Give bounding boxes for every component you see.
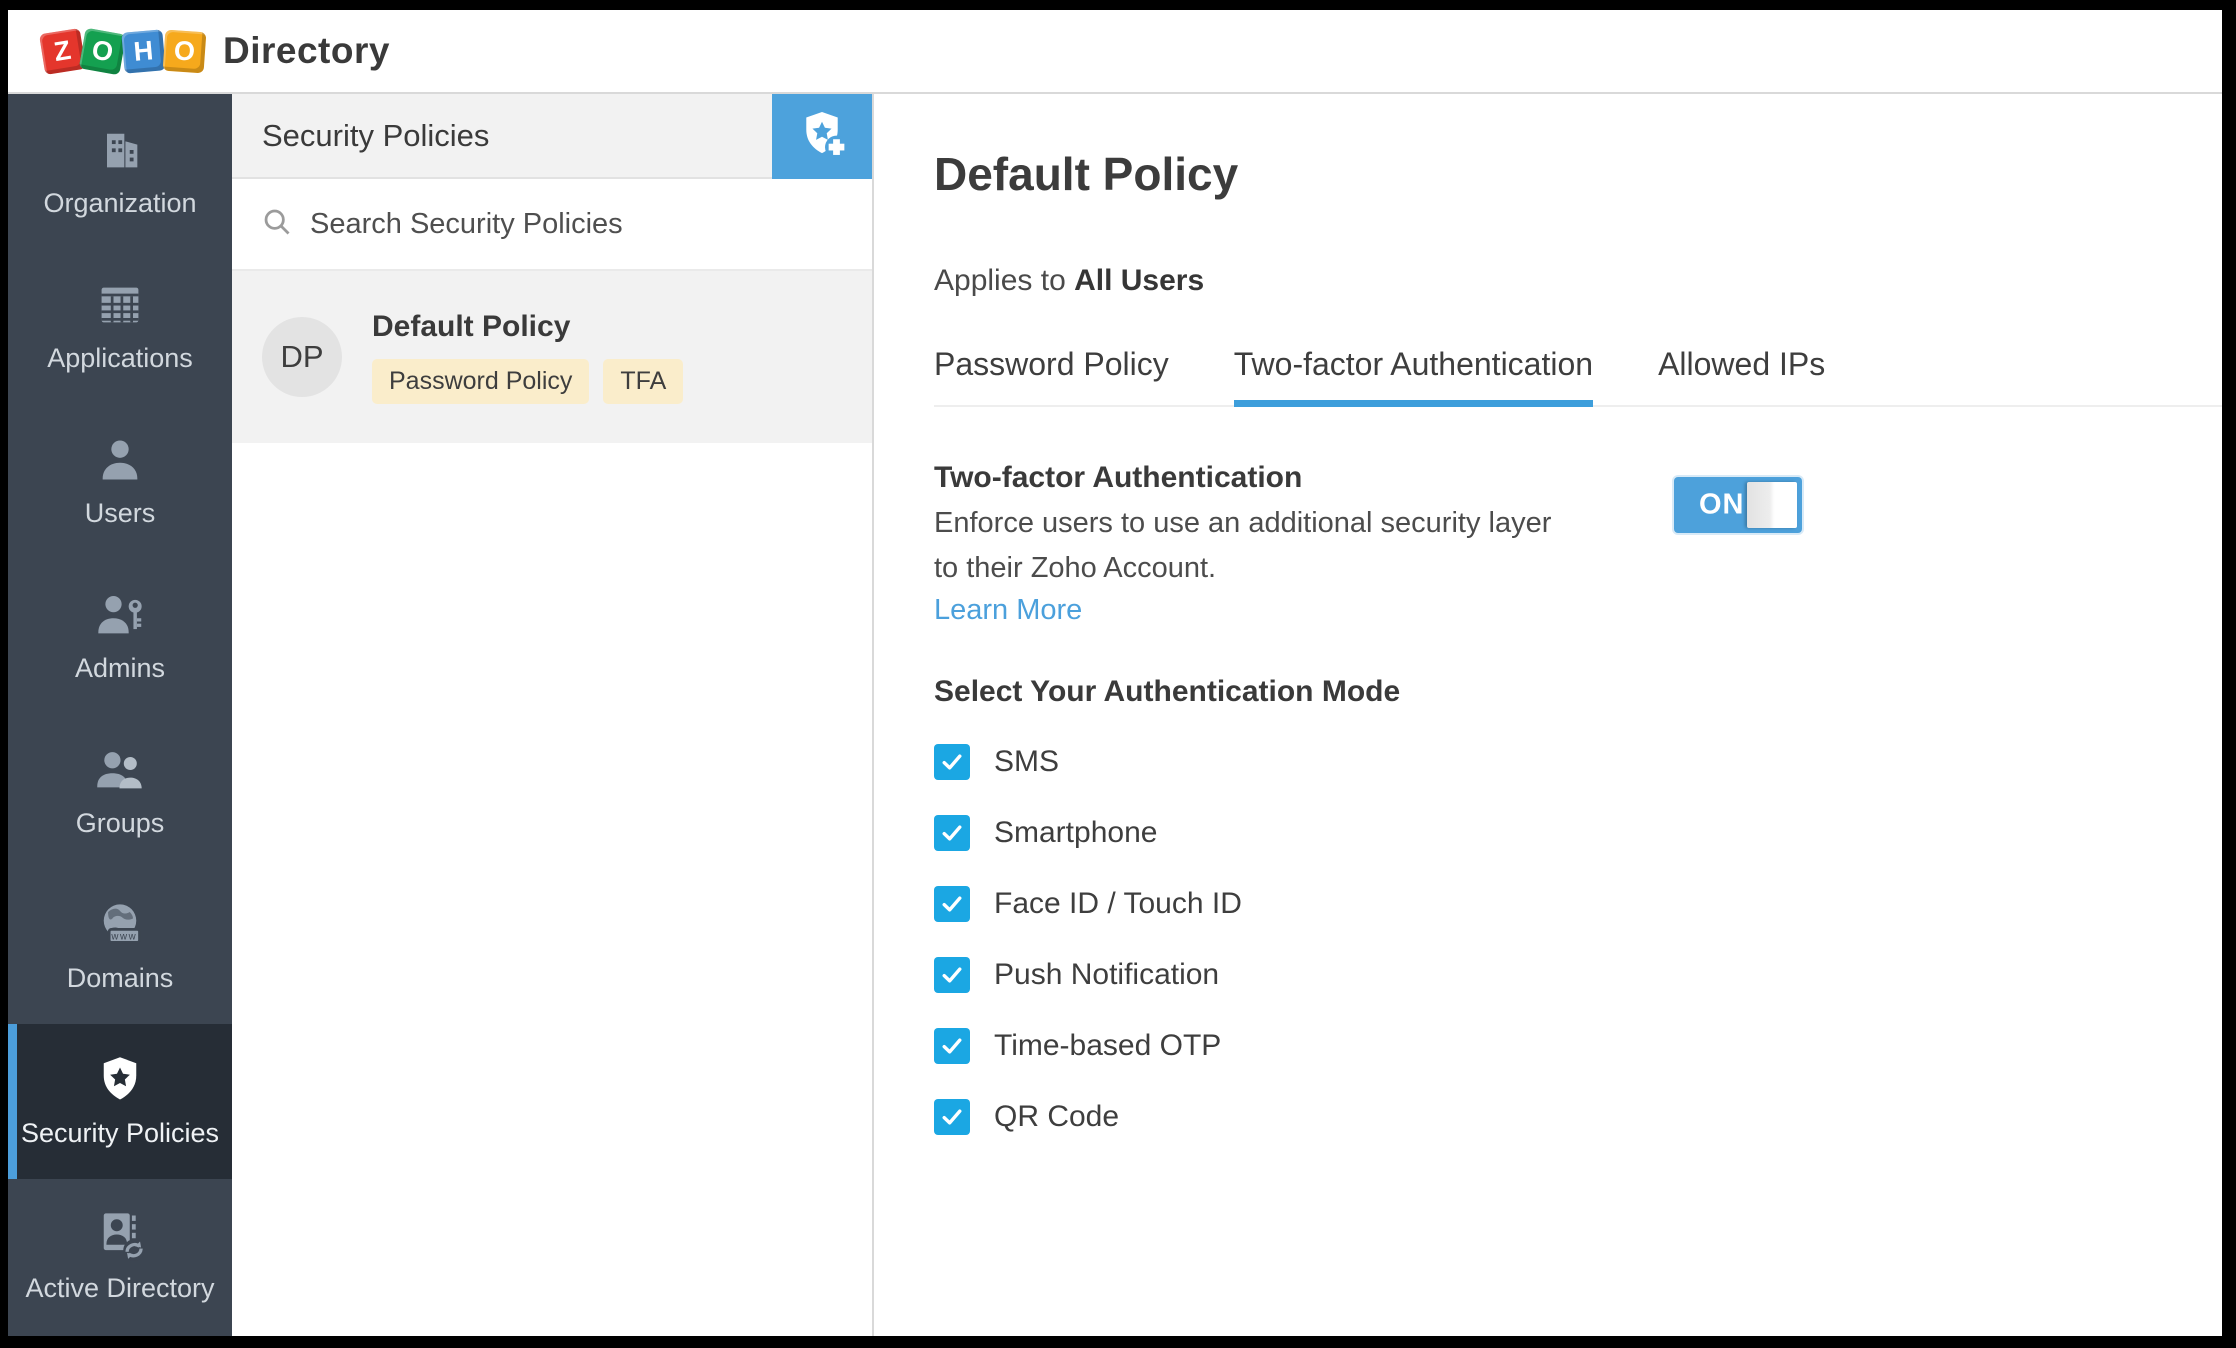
checkbox-checked-icon[interactable] xyxy=(934,1099,970,1135)
tfa-section: Two-factor Authentication Enforce users … xyxy=(934,461,1802,627)
panel-title: Security Policies xyxy=(262,118,489,154)
checkbox-checked-icon[interactable] xyxy=(934,815,970,851)
app-title: Directory xyxy=(223,30,390,72)
sidebar-item-label: Active Directory xyxy=(25,1273,214,1304)
sidebar-item-label: Applications xyxy=(47,343,193,374)
tfa-heading: Two-factor Authentication xyxy=(934,461,1559,495)
tab-password-policy[interactable]: Password Policy xyxy=(934,346,1169,405)
sidebar-item-label: Organization xyxy=(43,188,196,219)
sidebar-item-applications[interactable]: Applications xyxy=(8,249,232,404)
sidebar-item-groups[interactable]: Groups xyxy=(8,714,232,869)
policy-avatar: DP xyxy=(262,317,342,397)
tfa-description: Enforce users to use an additional secur… xyxy=(934,501,1559,591)
applies-to-line: Applies to All Users xyxy=(934,264,2222,298)
admins-icon xyxy=(94,589,146,641)
auth-mode-face-touch-id[interactable]: Face ID / Touch ID xyxy=(934,886,2222,922)
policies-panel-header: Security Policies xyxy=(232,94,872,179)
auth-mode-qr-code[interactable]: QR Code xyxy=(934,1099,2222,1135)
sidebar-item-label: Domains xyxy=(67,963,174,994)
app-header: Z O H O Directory xyxy=(8,10,2222,94)
app-window: Z O H O Directory Organization Applicati… xyxy=(8,10,2222,1336)
auth-mode-push-notification[interactable]: Push Notification xyxy=(934,957,2222,993)
policy-tag: Password Policy xyxy=(372,359,589,404)
shield-star-icon xyxy=(94,1054,146,1106)
active-directory-icon xyxy=(94,1209,146,1261)
learn-more-link[interactable]: Learn More xyxy=(934,594,1082,627)
auth-mode-smartphone[interactable]: Smartphone xyxy=(934,815,2222,851)
page-title: Default Policy xyxy=(934,148,2222,200)
policy-name: Default Policy xyxy=(372,310,683,344)
users-icon xyxy=(94,434,146,486)
auth-mode-sms[interactable]: SMS xyxy=(934,744,2222,780)
logo-tile: O xyxy=(79,27,126,74)
checkbox-checked-icon[interactable] xyxy=(934,957,970,993)
domains-icon: www xyxy=(94,899,146,951)
policy-search-row xyxy=(232,179,872,271)
add-policy-button[interactable] xyxy=(772,94,872,179)
policy-detail-pane: Default Policy Applies to All Users Pass… xyxy=(874,94,2222,1336)
logo-tile: O xyxy=(163,29,207,73)
sidebar-item-active-directory[interactable]: Active Directory xyxy=(8,1179,232,1334)
svg-text:www: www xyxy=(110,932,137,943)
toggle-on-label: ON xyxy=(1699,489,1745,522)
policy-tag: TFA xyxy=(603,359,683,404)
sidebar-item-organization[interactable]: Organization xyxy=(8,94,232,249)
checkbox-checked-icon[interactable] xyxy=(934,886,970,922)
logo-tile: H xyxy=(121,29,165,73)
tab-allowed-ips[interactable]: Allowed IPs xyxy=(1658,346,1825,405)
policy-tabs: Password Policy Two-factor Authenticatio… xyxy=(934,346,2222,407)
tab-two-factor-authentication[interactable]: Two-factor Authentication xyxy=(1234,346,1593,405)
logo-tile: Z xyxy=(39,28,86,75)
zoho-logo: Z O H O Directory xyxy=(42,30,390,72)
auth-mode-heading: Select Your Authentication Mode xyxy=(934,675,2222,709)
sidebar: Organization Applications Users Admins xyxy=(8,94,232,1336)
groups-icon xyxy=(94,744,146,796)
checkbox-checked-icon[interactable] xyxy=(934,744,970,780)
sidebar-item-label: Admins xyxy=(75,653,165,684)
sidebar-item-label: Users xyxy=(85,498,156,529)
tfa-toggle[interactable]: ON xyxy=(1674,477,1802,533)
policies-panel: Security Policies DP Default Policy xyxy=(232,94,874,1336)
sidebar-item-admins[interactable]: Admins xyxy=(8,559,232,714)
search-input[interactable] xyxy=(308,207,842,242)
sidebar-item-label: Groups xyxy=(76,808,165,839)
add-policy-shield-icon xyxy=(793,106,851,167)
checkbox-checked-icon[interactable] xyxy=(934,1028,970,1064)
organization-icon xyxy=(94,124,146,176)
auth-mode-time-based-otp[interactable]: Time-based OTP xyxy=(934,1028,2222,1064)
applications-icon xyxy=(94,279,146,331)
search-icon xyxy=(262,207,292,242)
applies-target: All Users xyxy=(1074,264,1204,297)
sidebar-item-domains[interactable]: www Domains xyxy=(8,869,232,1024)
toggle-knob[interactable] xyxy=(1747,482,1797,528)
sidebar-item-label: Security Policies xyxy=(21,1118,219,1149)
sidebar-item-users[interactable]: Users xyxy=(8,404,232,559)
policy-list-item[interactable]: DP Default Policy Password Policy TFA xyxy=(232,271,872,443)
sidebar-item-security-policies[interactable]: Security Policies xyxy=(8,1024,232,1179)
